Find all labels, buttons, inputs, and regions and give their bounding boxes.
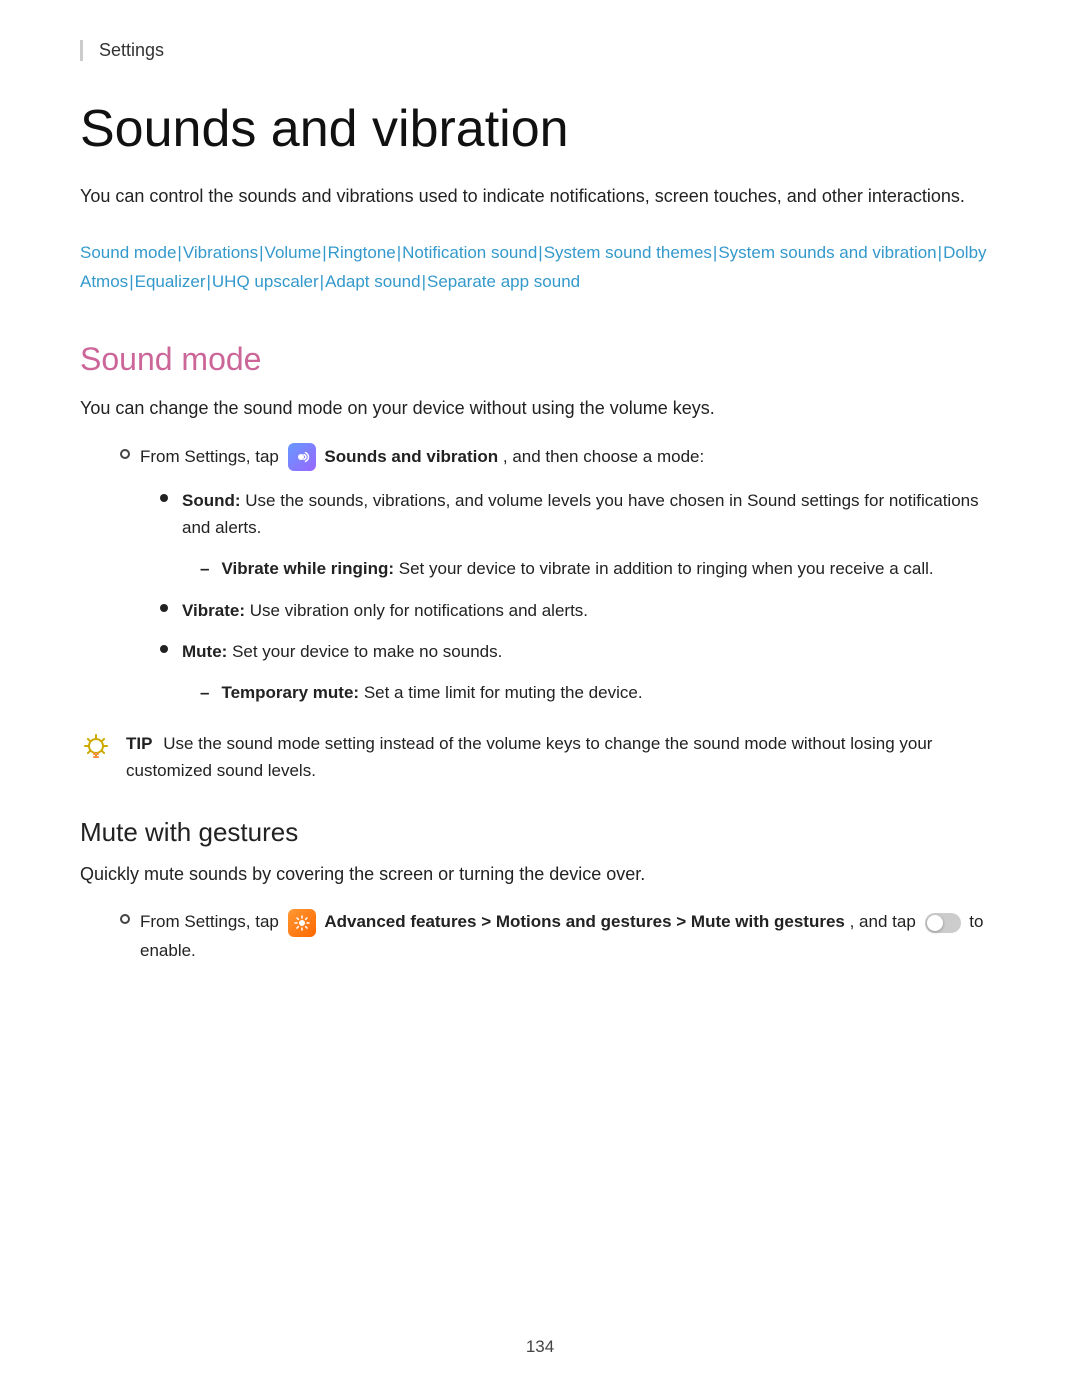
mute-desc: Set your device to make no sounds. xyxy=(232,642,502,661)
mute-bullet1-text: From Settings, tap Advanced features > M… xyxy=(140,908,1000,964)
mute-bullet1-prefix: From Settings, tap xyxy=(140,912,284,931)
temp-mute-term: Temporary mute: xyxy=(221,683,359,702)
tip-content: TIP Use the sound mode setting instead o… xyxy=(126,730,1000,784)
page-container: Settings Sounds and vibration You can co… xyxy=(0,0,1080,1397)
mute-bullet1-suffix: , and tap xyxy=(850,912,921,931)
page-title: Sounds and vibration xyxy=(80,101,1000,158)
breadcrumb-text: Settings xyxy=(99,40,164,60)
tip-text: Use the sound mode setting instead of th… xyxy=(126,734,932,780)
tip-icon xyxy=(80,732,112,772)
mute-bullet1-bold: Advanced features > Motions and gestures… xyxy=(324,912,845,931)
link-notification-sound[interactable]: Notification sound xyxy=(402,243,537,262)
dot-icon-3 xyxy=(160,645,168,653)
vibrate-desc: Use vibration only for notifications and… xyxy=(250,601,588,620)
sub-bullet-vibrate: Vibrate: Use vibration only for notifica… xyxy=(160,597,1000,624)
dot-icon-2 xyxy=(160,604,168,612)
link-sound-mode[interactable]: Sound mode xyxy=(80,243,176,262)
link-system-sounds-vibration[interactable]: System sounds and vibration xyxy=(718,243,936,262)
dot-icon xyxy=(160,494,168,502)
dash-icon: – xyxy=(200,555,209,582)
sounds-and-vibration-icon xyxy=(288,443,316,471)
lightbulb-icon xyxy=(80,732,112,764)
sub-bullet-sound-text: Sound: Use the sounds, vibrations, and v… xyxy=(182,487,1000,541)
link-ringtone[interactable]: Ringtone xyxy=(328,243,396,262)
hollow-circle-icon xyxy=(120,449,130,459)
mute-gestures-description: Quickly mute sounds by covering the scre… xyxy=(80,860,1000,889)
mute-term: Mute: xyxy=(182,642,227,661)
sound-mode-description: You can change the sound mode on your de… xyxy=(80,394,1000,423)
tip-box: TIP Use the sound mode setting instead o… xyxy=(80,730,1000,784)
vibrate-ringing-term: Vibrate while ringing: xyxy=(221,559,394,578)
bullet1-bold: Sounds and vibration xyxy=(324,447,498,466)
bullet1-prefix: From Settings, tap xyxy=(140,447,284,466)
bullet1-suffix: , and then choose a mode: xyxy=(503,447,704,466)
page-footer: 134 xyxy=(0,1337,1080,1357)
sub-bullet-vibrate-ringing: – Vibrate while ringing: Set your device… xyxy=(200,555,1000,582)
links-section: Sound mode|Vibrations|Volume|Ringtone|No… xyxy=(80,239,1000,297)
link-uhq-upscaler[interactable]: UHQ upscaler xyxy=(212,272,319,291)
toggle-track xyxy=(925,913,961,933)
breadcrumb: Settings xyxy=(80,40,1000,61)
toggle-thumb xyxy=(927,915,943,931)
tip-label: TIP xyxy=(126,734,152,753)
sub-bullet-mute-text: Mute: Set your device to make no sounds. xyxy=(182,638,502,665)
temp-mute-text: Temporary mute: Set a time limit for mut… xyxy=(221,679,642,706)
sound-desc: Use the sounds, vibrations, and volume l… xyxy=(182,491,979,537)
sub-bullet-vibrate-text: Vibrate: Use vibration only for notifica… xyxy=(182,597,588,624)
vibrate-ringing-desc: Set your device to vibrate in addition t… xyxy=(399,559,934,578)
page-number: 134 xyxy=(526,1337,554,1356)
intro-text: You can control the sounds and vibration… xyxy=(80,182,1000,211)
sound-term: Sound: xyxy=(182,491,241,510)
vibrate-ringing-text: Vibrate while ringing: Set your device t… xyxy=(221,555,933,582)
mute-gestures-bullet1: From Settings, tap Advanced features > M… xyxy=(120,908,1000,964)
bullet1-text: From Settings, tap Sounds and vibration … xyxy=(140,443,704,472)
link-volume[interactable]: Volume xyxy=(265,243,322,262)
sub-bullet-temp-mute: – Temporary mute: Set a time limit for m… xyxy=(200,679,1000,706)
link-vibrations[interactable]: Vibrations xyxy=(183,243,258,262)
hollow-circle-icon-2 xyxy=(120,914,130,924)
link-equalizer[interactable]: Equalizer xyxy=(135,272,206,291)
dash-icon-2: – xyxy=(200,679,209,706)
temp-mute-desc: Set a time limit for muting the device. xyxy=(364,683,643,702)
advanced-features-icon xyxy=(288,909,316,937)
vibrate-term: Vibrate: xyxy=(182,601,245,620)
sound-mode-bullet1: From Settings, tap Sounds and vibration … xyxy=(120,443,1000,472)
sound-mode-section: Sound mode You can change the sound mode… xyxy=(80,341,1000,785)
link-separate-app-sound[interactable]: Separate app sound xyxy=(427,272,580,291)
sub-bullet-sound: Sound: Use the sounds, vibrations, and v… xyxy=(160,487,1000,541)
sound-mode-title: Sound mode xyxy=(80,341,1000,378)
link-system-sound-themes[interactable]: System sound themes xyxy=(544,243,712,262)
toggle-switch[interactable] xyxy=(925,913,961,933)
sub-bullet-mute: Mute: Set your device to make no sounds. xyxy=(160,638,1000,665)
mute-gestures-title: Mute with gestures xyxy=(80,817,1000,848)
link-adapt-sound[interactable]: Adapt sound xyxy=(325,272,420,291)
mute-gestures-section: Mute with gestures Quickly mute sounds b… xyxy=(80,817,1000,965)
